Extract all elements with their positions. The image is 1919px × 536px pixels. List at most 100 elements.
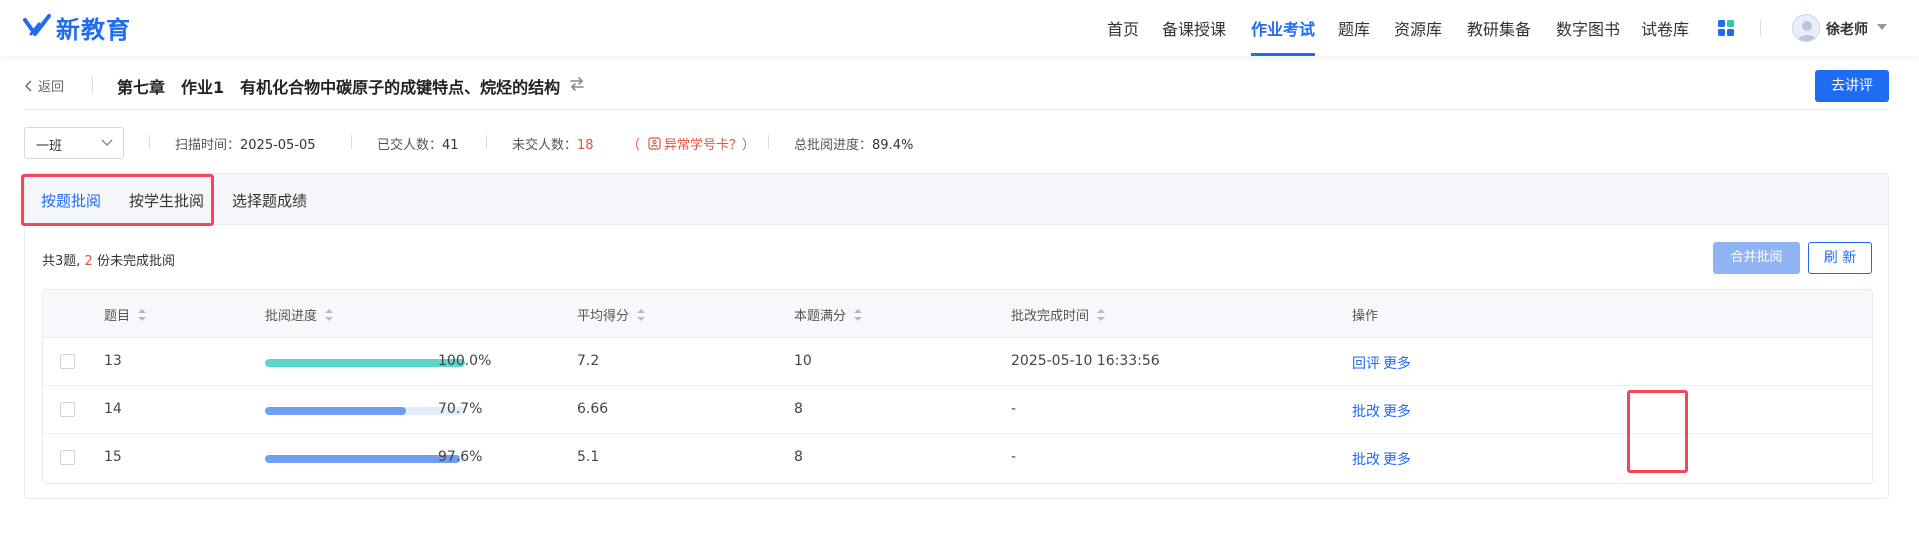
- scan-time: 扫描时间：2025-05-05: [175, 134, 316, 153]
- go-review-button[interactable]: 去讲评: [1815, 70, 1889, 102]
- nav-item-4[interactable]: 资源库: [1394, 16, 1442, 40]
- info-divider: [768, 135, 769, 149]
- header-finish-time-label: 批改完成时间: [1011, 309, 1090, 324]
- header-separator: [24, 109, 1889, 110]
- re-review-link[interactable]: 回评: [1352, 353, 1380, 373]
- progress-label: 总批阅进度：: [794, 138, 873, 153]
- title-divider: [92, 77, 93, 93]
- question-table: 题目 批阅进度 平均得分 本题满分 批改完成时间 操作 13 100.0% 7.2 1…: [42, 289, 1873, 484]
- nav-item-7[interactable]: 试卷库: [1641, 16, 1689, 40]
- info-divider: [149, 135, 150, 149]
- refresh-button[interactable]: 刷 新: [1808, 242, 1872, 274]
- back-label: 返回: [38, 80, 65, 95]
- unsubmitted-count: 未交人数：18: [512, 134, 594, 153]
- submitted-label: 已交人数：: [377, 138, 443, 153]
- nav-item-1[interactable]: 备课授课: [1162, 16, 1226, 40]
- abnormal-card-link[interactable]: （ 异常学号卡？）: [627, 134, 755, 153]
- sort-icon[interactable]: [854, 308, 863, 321]
- scan-time-value: 2025-05-05: [240, 138, 316, 153]
- top-navigation-bar: 新教育 首页 备课授课 作业考试 题库 资源库 教研集备 数字图书 试卷库 徐老师: [0, 0, 1919, 56]
- progress-bar-fill: [265, 359, 465, 367]
- nav-item-3[interactable]: 题库: [1338, 16, 1370, 40]
- progress-bar: [265, 359, 465, 367]
- header-question[interactable]: 题目: [104, 305, 147, 324]
- more-link[interactable]: 更多: [1383, 401, 1411, 421]
- sort-icon[interactable]: [637, 308, 646, 321]
- full-score: 8: [794, 449, 803, 465]
- chevron-down-icon: [101, 139, 113, 146]
- more-link[interactable]: 更多: [1383, 449, 1411, 469]
- question-number: 15: [104, 449, 122, 465]
- header-full-score-label: 本题满分: [794, 309, 847, 324]
- table-row: 13 100.0% 7.2 10 2025-05-10 16:33:56 回评 更多: [43, 338, 1872, 386]
- grade-link[interactable]: 批改: [1352, 449, 1380, 469]
- header-question-label: 题目: [104, 309, 131, 324]
- tab-highlight-box: [21, 174, 214, 226]
- header-actions: 操作: [1352, 309, 1379, 324]
- full-score: 10: [794, 353, 812, 369]
- info-divider: [486, 135, 487, 149]
- full-score: 8: [794, 401, 803, 417]
- progress-value: 89.4%: [872, 138, 914, 153]
- info-divider: [351, 135, 352, 149]
- progress-text: 100.0%: [438, 353, 492, 369]
- progress-bar-fill: [265, 407, 407, 415]
- header-average[interactable]: 平均得分: [577, 305, 646, 324]
- header-full-score[interactable]: 本题满分: [794, 305, 863, 324]
- unsubmitted-value: 18: [577, 138, 594, 153]
- header-average-label: 平均得分: [577, 309, 630, 324]
- header-finish-time[interactable]: 批改完成时间: [1011, 305, 1106, 324]
- back-link[interactable]: 返回: [24, 76, 64, 95]
- grid-apps-icon[interactable]: [1718, 20, 1734, 36]
- sort-icon[interactable]: [1097, 308, 1106, 321]
- summary-prefix: 共3题,: [42, 254, 85, 269]
- sort-icon[interactable]: [325, 308, 334, 321]
- nav-item-2[interactable]: 作业考试: [1251, 16, 1315, 40]
- submitted-value: 41: [442, 138, 459, 153]
- brand-logo[interactable]: 新教育: [22, 10, 131, 44]
- finish-time: 2025-05-10 16:33:56: [1011, 353, 1160, 369]
- logo-icon: [23, 14, 51, 36]
- grade-link[interactable]: 批改: [1352, 401, 1380, 421]
- class-select[interactable]: 一班: [24, 127, 124, 159]
- nav-item-5[interactable]: 教研集备: [1467, 16, 1531, 40]
- row-checkbox[interactable]: [60, 354, 75, 369]
- grading-summary: 共3题, 2 份未完成批阅: [42, 250, 175, 269]
- header-progress-label: 批阅进度: [265, 309, 318, 324]
- id-card-warning-icon: [648, 137, 661, 150]
- total-progress: 总批阅进度：89.4%: [794, 134, 913, 153]
- progress-bar-fill: [265, 455, 461, 463]
- average-score: 5.1: [577, 449, 600, 465]
- nav-item-0[interactable]: 首页: [1107, 16, 1139, 40]
- header-progress[interactable]: 批阅进度: [265, 305, 334, 324]
- grading-card: 按题批阅 按学生批阅 选择题成绩 共3题, 2 份未完成批阅 合并批阅 刷 新 …: [21, 173, 1889, 499]
- row-checkbox[interactable]: [60, 450, 75, 465]
- table-row: 15 97.6% 5.1 8 - 批改 更多: [43, 434, 1872, 482]
- scan-time-label: 扫描时间：: [175, 138, 241, 153]
- sort-icon[interactable]: [138, 308, 147, 321]
- submitted-count: 已交人数：41: [377, 134, 459, 153]
- summary-suffix: 份未完成批阅: [92, 254, 175, 269]
- tab-bar: 按题批阅 按学生批阅 选择题成绩: [21, 174, 1888, 226]
- progress-bar: [265, 407, 465, 415]
- question-number: 13: [104, 353, 122, 369]
- nav-divider: [1760, 20, 1761, 36]
- progress-text: 97.6%: [438, 449, 483, 465]
- merge-grading-button[interactable]: 合并批阅: [1713, 242, 1800, 274]
- chevron-left-icon: [25, 80, 32, 91]
- caret-down-icon[interactable]: [1877, 24, 1887, 30]
- more-link[interactable]: 更多: [1383, 353, 1411, 373]
- table-row: 14 70.7% 6.66 8 - 批改 更多: [43, 386, 1872, 434]
- avatar[interactable]: [1792, 14, 1820, 42]
- user-name[interactable]: 徐老师: [1826, 19, 1868, 39]
- table-header: 题目 批阅进度 平均得分 本题满分 批改完成时间 操作: [43, 290, 1872, 338]
- tab-choice-scores[interactable]: 选择题成绩: [232, 190, 307, 211]
- nav-item-6[interactable]: 数字图书: [1556, 16, 1620, 40]
- finish-time: -: [1011, 401, 1017, 417]
- progress-bar: [265, 455, 465, 463]
- swap-icon[interactable]: [568, 75, 586, 93]
- average-score: 6.66: [577, 401, 609, 417]
- row-checkbox[interactable]: [60, 402, 75, 417]
- summary-count: 2: [84, 254, 93, 269]
- action-highlight-box: [1627, 390, 1688, 473]
